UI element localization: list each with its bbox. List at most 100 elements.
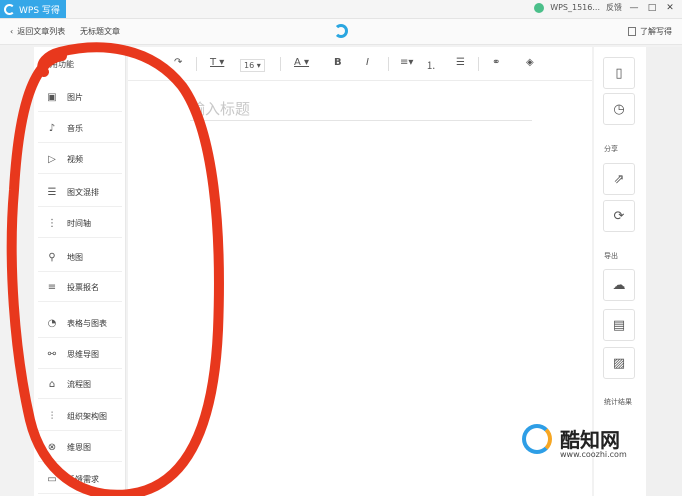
sidebar-item-label: 视频 [67, 154, 83, 164]
sidebar-item[interactable]: ▭ 反馈需求 [38, 465, 122, 494]
divider [196, 57, 197, 71]
sidebar-item-label: 表格与图表 [67, 318, 107, 328]
italic-icon[interactable]: I [366, 57, 369, 68]
vote-icon: ≡ [47, 281, 57, 293]
feedback-icon: ▭ [47, 473, 57, 485]
clock-icon: ◷ [613, 101, 625, 117]
venn-icon: ⊗ [47, 441, 57, 453]
learn-label: 了解写得 [640, 27, 672, 36]
export-label: 导出 [604, 252, 618, 260]
sidebar-item-label: 图文混排 [67, 187, 99, 197]
image-export-icon: ▨ [612, 355, 626, 371]
sidebar-item-label: 维恩图 [67, 442, 91, 452]
chevron-left-icon: ‹ [10, 27, 14, 36]
feedback-link[interactable]: 反馈 [606, 2, 622, 13]
divider [478, 57, 479, 71]
font-size-select[interactable]: 16 ▾ [240, 59, 265, 72]
cloud-icon: ☁ [612, 277, 626, 293]
sidebar-item[interactable]: ⌂ 流程图 [38, 370, 122, 399]
account-name[interactable]: WPS_1516... [550, 3, 600, 12]
sidebar-item-label: 流程图 [67, 379, 91, 389]
feature-sidebar: 常用功能 ▣ 图片 ♪ 音乐 ▷ 视频 ☰ 图文混排 ⋮ 时间轴 ⚲ 地图 ≡ 投票报名 ◔ 表格与图表 ⚯ 思维… [34, 47, 126, 496]
text-image-layout-icon: ☰ [47, 186, 57, 198]
video-icon: ▷ [48, 153, 56, 165]
watermark: 酷知网 www.coozhi.com [520, 420, 670, 466]
share-label: 分享 [604, 145, 618, 153]
export-image-button[interactable]: ▨ [603, 347, 635, 379]
align-dropdown-icon[interactable]: ≡▾ [400, 57, 413, 68]
stats-label: 统计结果 [604, 398, 632, 406]
sidebar-item[interactable]: ▷ 视频 [38, 145, 122, 174]
sidebar-item[interactable]: ▣ 图片 [38, 83, 122, 112]
map-pin-icon: ⚲ [48, 251, 56, 263]
sidebar-item-label: 思维导图 [67, 349, 99, 359]
sidebar-item[interactable]: ≡ 投票报名 [38, 273, 122, 302]
app-logo-icon [334, 24, 348, 38]
learn-more-button[interactable]: 了解写得 [628, 26, 672, 37]
paint-bucket-icon[interactable]: ◈ [526, 57, 534, 68]
title-input[interactable] [190, 97, 532, 121]
sidebar-item-label: 图片 [67, 92, 83, 102]
undo-icon[interactable]: ↶ [144, 57, 152, 68]
sidebar-item-label: 反馈需求 [67, 474, 99, 484]
sidebar-title: 常用功能 [42, 60, 74, 69]
mobile-preview-button[interactable]: ▯ [603, 57, 635, 89]
music-icon: ♪ [48, 122, 56, 134]
back-to-list-button[interactable]: ‹ 返回文章列表 [10, 26, 65, 37]
divider [388, 57, 389, 71]
sidebar-item[interactable]: ⊗ 维恩图 [38, 433, 122, 462]
top-nav-bar: ‹ 返回文章列表 无标题文章 了解写得 [0, 19, 682, 45]
title-bar: WPS 写得 WPS_1516... 反馈 — □ ✕ [0, 0, 682, 19]
sidebar-item[interactable]: ⫶ 组织架构图 [38, 402, 122, 431]
sidebar-item[interactable]: ⚯ 思维导图 [38, 340, 122, 369]
link-icon[interactable]: ⚭ [492, 57, 500, 68]
pie-chart-icon: ◔ [47, 317, 57, 329]
editor-toolbar: ↶ ↷ T ▾ 16 ▾ A ▾ B I ≡▾ ⒈ ☰ ⚭ ◈ [128, 47, 592, 81]
sidebar-item[interactable]: ☰ 图文混排 [38, 178, 122, 207]
sidebar-item-label: 时间轴 [67, 218, 91, 228]
coozhi-logo-icon [522, 424, 552, 454]
watermark-url: www.coozhi.com [560, 450, 627, 459]
bold-icon[interactable]: B [334, 57, 342, 68]
font-size-value: 16 [244, 61, 255, 70]
share-external-button[interactable]: ⇗ [603, 163, 635, 195]
maximize-button[interactable]: □ [646, 3, 658, 13]
book-icon [628, 27, 636, 36]
sidebar-item-label: 地图 [67, 252, 83, 262]
wps-logo-icon [4, 3, 15, 15]
app-badge: WPS 写得 [0, 0, 66, 18]
article-title-label: 无标题文章 [80, 27, 120, 36]
unordered-list-icon[interactable]: ☰ [456, 57, 465, 68]
divider [280, 57, 281, 71]
sidebar-item[interactable]: ◔ 表格与图表 [38, 309, 122, 338]
sidebar-item-label: 音乐 [67, 123, 83, 133]
app-name: WPS 写得 [19, 5, 60, 16]
refresh-icon: ⟳ [613, 208, 625, 224]
flowchart-icon: ⌂ [48, 378, 56, 390]
sidebar-item-label: 投票报名 [67, 282, 99, 292]
mind-map-icon: ⚯ [47, 348, 57, 360]
history-button[interactable]: ◷ [603, 93, 635, 125]
close-button[interactable]: ✕ [664, 3, 676, 13]
sync-button[interactable]: ⟳ [603, 200, 635, 232]
watermark-brand: 酷知网 [560, 428, 620, 452]
export-document-button[interactable]: ▤ [603, 309, 635, 341]
avatar[interactable] [534, 2, 545, 13]
text-style-dropdown[interactable]: T ▾ [210, 57, 224, 68]
sidebar-item[interactable]: ⋮ 时间轴 [38, 209, 122, 238]
font-color-dropdown[interactable]: A ▾ [294, 57, 309, 68]
ordered-list-icon[interactable]: ⒈ [426, 57, 436, 72]
sidebar-item-label: 组织架构图 [67, 411, 107, 421]
export-cloud-button[interactable]: ☁ [603, 269, 635, 301]
timeline-icon: ⋮ [47, 217, 57, 229]
redo-icon[interactable]: ↷ [174, 57, 182, 68]
share-icon: ⇗ [613, 171, 625, 187]
minimize-button[interactable]: — [628, 3, 640, 13]
back-label: 返回文章列表 [17, 27, 66, 36]
sidebar-item[interactable]: ⚲ 地图 [38, 243, 122, 272]
sidebar-item[interactable]: ♪ 音乐 [38, 114, 122, 143]
phone-icon: ▯ [615, 65, 623, 81]
document-icon: ▤ [612, 317, 626, 333]
image-icon: ▣ [47, 91, 57, 103]
org-chart-icon: ⫶ [50, 410, 54, 422]
